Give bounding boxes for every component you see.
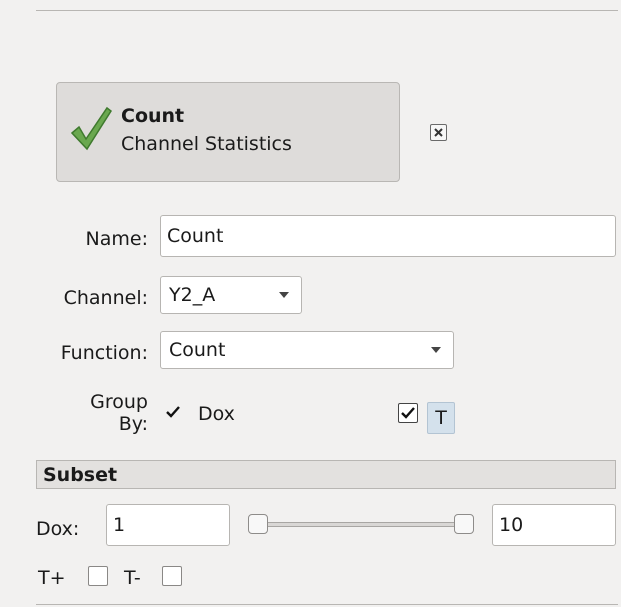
t-minus-checkbox[interactable] (162, 566, 182, 586)
checkmark-icon (166, 406, 180, 418)
group-by-t-checkbox[interactable] (398, 403, 418, 423)
dox-max-field[interactable] (492, 504, 616, 546)
checkmark-icon (401, 407, 415, 419)
dox-min-input[interactable] (113, 514, 223, 536)
dox-min-handle[interactable] (248, 514, 268, 534)
group-by-label: Group By: (90, 391, 148, 435)
name-label: Name: (85, 228, 148, 250)
t-plus-checkbox[interactable] (88, 566, 108, 586)
operation-subtitle: Channel Statistics (121, 133, 292, 155)
chevron-down-icon (279, 292, 289, 298)
channel-label: Channel: (63, 287, 148, 309)
name-input[interactable] (167, 225, 609, 247)
close-icon[interactable] (430, 124, 447, 141)
function-select-value: Count (169, 339, 226, 361)
dox-max-input[interactable] (499, 514, 609, 536)
checkmark-icon (70, 106, 113, 151)
top-divider (36, 10, 618, 11)
t-minus-label: T- (124, 567, 141, 589)
function-label: Function: (60, 342, 148, 364)
dox-min-field[interactable] (106, 504, 230, 546)
t-plus-label: T+ (38, 567, 66, 589)
channel-select[interactable]: Y2_A (160, 276, 302, 314)
operation-card[interactable]: Count Channel Statistics (56, 82, 400, 182)
group-by-dox-label: Dox (198, 403, 235, 425)
dox-max-handle[interactable] (454, 514, 474, 534)
dox-label: Dox: (36, 518, 80, 540)
chevron-down-icon (431, 347, 441, 353)
channel-select-value: Y2_A (169, 284, 216, 306)
group-by-dox-checkbox[interactable] (163, 402, 183, 422)
subset-header: Subset (36, 460, 616, 489)
group-by-t-label[interactable]: T (427, 402, 455, 434)
bottom-divider (36, 604, 618, 605)
operation-title: Count (121, 105, 185, 127)
function-select[interactable]: Count (160, 331, 454, 369)
name-field[interactable] (160, 215, 616, 257)
dox-range-slider[interactable] (257, 522, 467, 527)
